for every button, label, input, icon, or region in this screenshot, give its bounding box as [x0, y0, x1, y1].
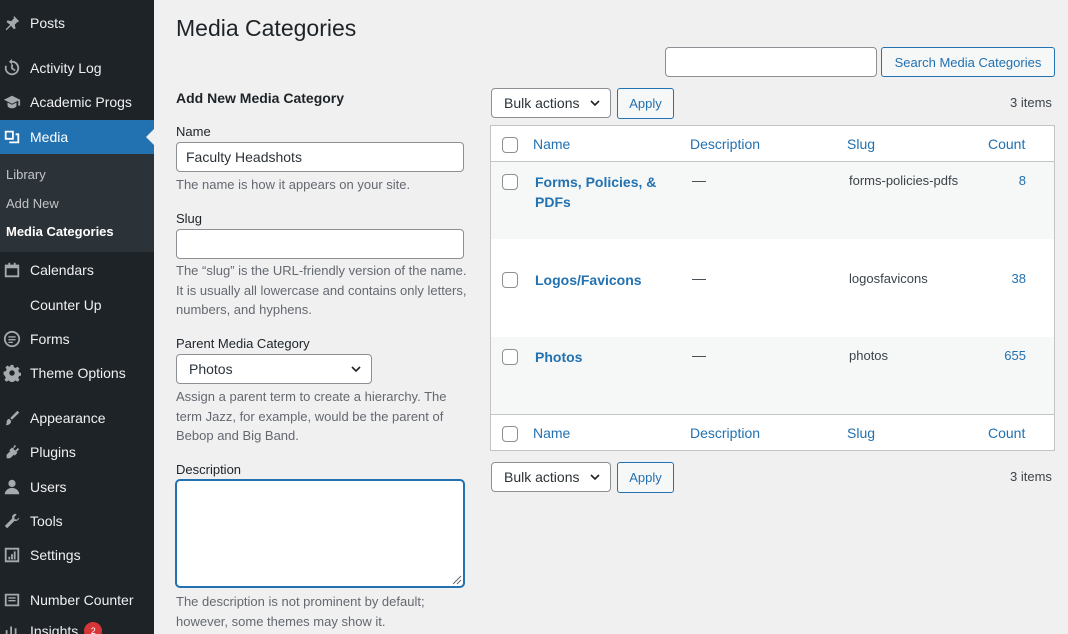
column-footer-name[interactable]: Name	[533, 425, 570, 441]
category-slug: photos	[849, 348, 889, 363]
page-title: Media Categories	[176, 15, 357, 41]
apply-button-bottom[interactable]: Apply	[617, 462, 674, 493]
description-label: Description	[176, 462, 242, 477]
graduation-cap-icon	[2, 92, 22, 112]
category-count-link[interactable]: 8	[1019, 173, 1026, 188]
sidebar-item-calendars[interactable]: 31 Calendars	[0, 253, 154, 287]
name-help: The name is how it appears on your site.	[176, 177, 411, 192]
paintbrush-icon	[2, 408, 22, 428]
sidebar-item-tools[interactable]: Tools	[0, 504, 154, 538]
plugin-icon	[2, 442, 22, 462]
description-help: The description is not prominent by defa…	[176, 594, 425, 629]
counter-icon	[2, 295, 22, 315]
table-row: Logos/Favicons — logosfavicons 38	[491, 260, 1054, 337]
column-header-name[interactable]: Name	[533, 136, 570, 152]
column-header-description[interactable]: Description	[690, 136, 760, 152]
name-label: Name	[176, 124, 211, 139]
current-menu-arrow	[146, 129, 154, 145]
forms-icon	[2, 329, 22, 349]
insights-icon	[2, 621, 22, 634]
row-checkbox[interactable]	[502, 174, 518, 190]
sidebar-item-settings[interactable]: Settings	[0, 538, 154, 572]
sidebar-item-insights[interactable]: Insights 2	[0, 614, 154, 634]
category-name-link[interactable]: Photos	[535, 347, 670, 367]
sidebar-item-activity-log[interactable]: Activity Log	[0, 51, 154, 85]
category-description: —	[692, 270, 706, 286]
row-checkbox[interactable]	[502, 272, 518, 288]
select-all-checkbox-footer[interactable]	[502, 426, 518, 442]
chevron-down-icon	[351, 366, 361, 373]
parent-category-label: Parent Media Category	[176, 336, 310, 351]
category-slug: logosfavicons	[849, 271, 928, 286]
apply-button-top[interactable]: Apply	[617, 88, 674, 119]
column-footer-description[interactable]: Description	[690, 425, 760, 441]
category-count-link[interactable]: 655	[1004, 348, 1026, 363]
settings-icon	[2, 545, 22, 565]
bulk-actions-select-bottom[interactable]: Bulk actions	[491, 462, 611, 492]
parent-category-select[interactable]: Photos	[176, 354, 372, 384]
name-input[interactable]: Faculty Headshots	[176, 142, 464, 172]
submenu-item-library[interactable]: Library	[6, 167, 46, 182]
chevron-down-icon	[590, 100, 600, 107]
resize-handle-icon[interactable]	[450, 573, 462, 585]
sidebar-item-counter-up[interactable]: Counter Up	[0, 288, 154, 322]
table-row: Forms, Policies, & PDFs — forms-policies…	[491, 162, 1054, 239]
sidebar-item-media[interactable]: Media	[0, 120, 154, 154]
gear-icon	[2, 363, 22, 383]
media-submenu: Library Add New Media Categories	[0, 154, 154, 252]
parent-category-help: Assign a parent term to create a hierarc…	[176, 389, 447, 443]
chevron-down-icon	[590, 474, 600, 481]
sidebar-item-forms[interactable]: Forms	[0, 322, 154, 356]
sidebar-item-academic-progs[interactable]: Academic Progs	[0, 85, 154, 119]
pushpin-icon	[2, 13, 22, 33]
slug-help: The “slug” is the URL-friendly version o…	[176, 263, 467, 317]
history-icon	[2, 58, 22, 78]
table-header: Name Description Slug Count	[491, 126, 1054, 162]
insights-badge: 2	[84, 622, 103, 634]
category-description: —	[692, 347, 706, 363]
sidebar-item-theme-options[interactable]: Theme Options	[0, 356, 154, 390]
categories-table: Name Description Slug Count Forms, Polic…	[490, 125, 1055, 451]
items-count-top: 3 items	[1010, 95, 1052, 110]
description-textarea[interactable]	[176, 480, 464, 587]
column-header-slug[interactable]: Slug	[847, 136, 875, 152]
sidebar-item-posts[interactable]: Posts	[0, 6, 154, 40]
items-count-bottom: 3 items	[1010, 469, 1052, 484]
select-all-checkbox[interactable]	[502, 137, 518, 153]
number-counter-icon	[2, 590, 22, 610]
category-slug: forms-policies-pdfs	[849, 173, 959, 188]
admin-sidebar: Posts Activity Log Academic Progs Media …	[0, 0, 154, 634]
category-name-link[interactable]: Forms, Policies, & PDFs	[535, 172, 670, 212]
category-description: —	[692, 172, 706, 188]
slug-input[interactable]	[176, 229, 464, 259]
category-count-link[interactable]: 38	[1012, 271, 1026, 286]
column-footer-slug[interactable]: Slug	[847, 425, 875, 441]
search-media-categories-button[interactable]: Search Media Categories	[881, 47, 1055, 77]
submenu-item-media-categories[interactable]: Media Categories	[6, 224, 114, 239]
sidebar-item-users[interactable]: Users	[0, 470, 154, 504]
table-row: Photos — photos 655	[491, 337, 1054, 414]
search-input[interactable]	[665, 47, 877, 77]
add-new-form-title: Add New Media Category	[176, 90, 345, 106]
calendar-icon: 31	[2, 260, 22, 280]
category-name-link[interactable]: Logos/Favicons	[535, 270, 670, 290]
sidebar-item-number-counter[interactable]: Number Counter	[0, 583, 154, 617]
column-footer-count[interactable]: Count	[988, 425, 1025, 441]
row-checkbox[interactable]	[502, 349, 518, 365]
user-icon	[2, 477, 22, 497]
sidebar-item-plugins[interactable]: Plugins	[0, 435, 154, 469]
bulk-actions-select-top[interactable]: Bulk actions	[491, 88, 611, 118]
slug-label: Slug	[176, 211, 203, 226]
submenu-item-add-new[interactable]: Add New	[6, 196, 59, 211]
table-footer: Name Description Slug Count	[491, 414, 1054, 450]
svg-text:31: 31	[8, 270, 16, 277]
column-header-count[interactable]: Count	[988, 136, 1025, 152]
wrench-icon	[2, 511, 22, 531]
sidebar-item-appearance[interactable]: Appearance	[0, 401, 154, 435]
media-icon	[2, 127, 22, 147]
